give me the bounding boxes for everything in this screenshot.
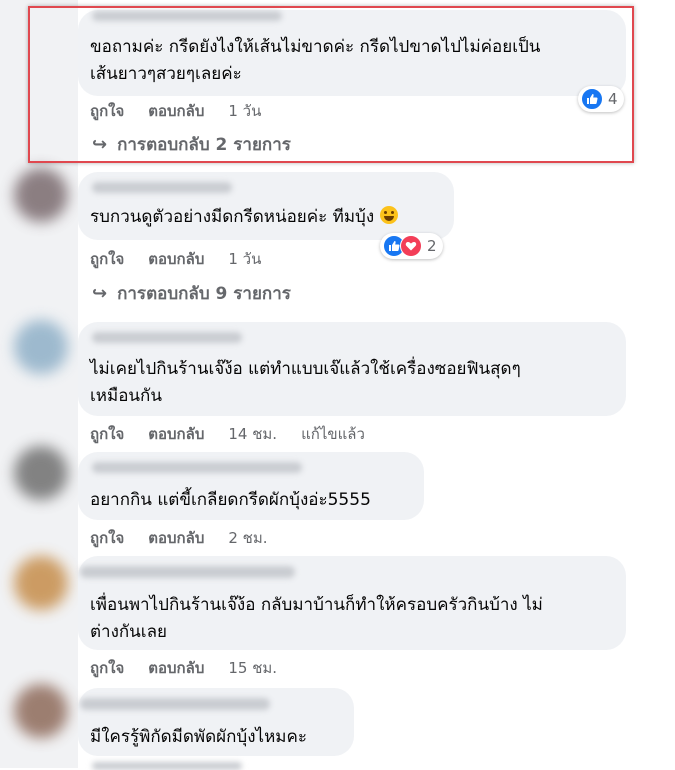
avatar[interactable]: [14, 556, 68, 610]
comment-actions: ถูกใจ ตอบกลับ 1 วัน: [90, 249, 285, 269]
comment-actions-blurred: [92, 762, 242, 770]
like-button[interactable]: ถูกใจ: [90, 247, 124, 271]
commenter-name[interactable]: [80, 566, 295, 578]
comment-text: ไม่เคยไปกินร้านเจ๊ง้อ แต่ทำแบบเจ๊แล้วใช้…: [90, 359, 521, 406]
like-button[interactable]: ถูกใจ: [90, 656, 124, 680]
like-button[interactable]: ถูกใจ: [90, 526, 124, 550]
comment-text: รบกวนดูตัวอย่างมีดกรีดหน่อยค่ะ ทีมบุ้ง: [90, 204, 398, 231]
avatar[interactable]: [14, 446, 68, 500]
comment-text: เพื่อนพาไปกินร้านเจ๊ง้อ กลับมาบ้านก็ทำให…: [90, 595, 543, 642]
commenter-name[interactable]: [92, 332, 242, 343]
comment-actions: ถูกใจ ตอบกลับ 2 ชม.: [90, 528, 292, 548]
view-replies-link[interactable]: ↪ การตอบกลับ 9 รายการ: [92, 282, 291, 304]
reply-button[interactable]: ตอบกลับ: [148, 422, 204, 446]
commenter-name[interactable]: [92, 182, 232, 193]
view-replies-label: การตอบกลับ 9 รายการ: [117, 283, 291, 304]
avatar[interactable]: [14, 168, 68, 222]
reply-button[interactable]: ตอบกลับ: [148, 247, 204, 271]
highlight-box: [28, 6, 634, 163]
commenter-name[interactable]: [92, 462, 302, 473]
avatar[interactable]: [14, 684, 68, 738]
commenter-name[interactable]: [80, 698, 270, 710]
reply-arrow-icon: ↪: [92, 282, 108, 304]
like-button[interactable]: ถูกใจ: [90, 422, 124, 446]
reaction-count: 2: [427, 237, 437, 255]
comment-timestamp[interactable]: 2 ชม.: [228, 526, 267, 550]
avatar[interactable]: [14, 320, 68, 374]
edited-label[interactable]: แก้ไขแล้ว: [301, 422, 365, 446]
comment-text: อยากกิน แต่ขี้เกลียดกรีดผักบุ้งอ่ะ5555: [90, 490, 371, 510]
comment-text: มีใครรู้พิกัดมีดพัดผักบุ้งไหมคะ: [90, 727, 307, 747]
comment-timestamp[interactable]: 1 วัน: [228, 247, 261, 271]
love-reaction-icon: [400, 235, 422, 257]
comment-timestamp[interactable]: 15 ชม.: [228, 656, 277, 680]
comment-actions: ถูกใจ ตอบกลับ 15 ชม.: [90, 658, 301, 678]
reply-button[interactable]: ตอบกลับ: [148, 656, 204, 680]
reply-button[interactable]: ตอบกลับ: [148, 526, 204, 550]
comment-timestamp[interactable]: 14 ชม.: [228, 422, 277, 446]
grin-emoji-icon: [379, 206, 398, 224]
comment-actions: ถูกใจ ตอบกลับ 14 ชม. แก้ไขแล้ว: [90, 424, 365, 444]
reaction-summary[interactable]: 2: [380, 233, 443, 259]
